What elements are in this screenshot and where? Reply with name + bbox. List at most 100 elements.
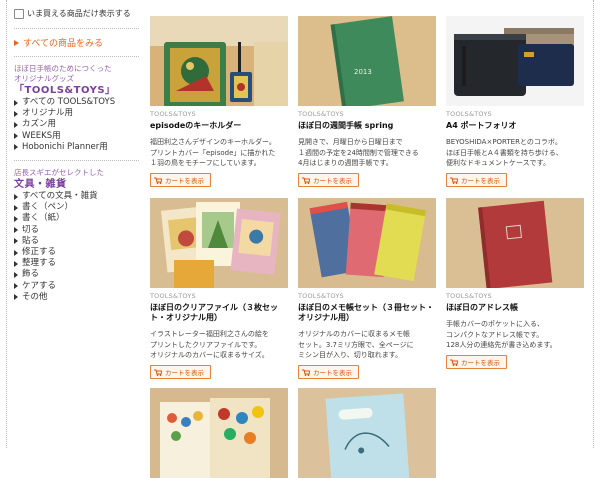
product-photo[interactable]: [150, 198, 288, 288]
nav-item-correct[interactable]: 修正する: [14, 247, 139, 258]
nav-item-label: すべての TOOLS&TOYS: [22, 97, 116, 107]
cover-year: 2013: [354, 68, 372, 76]
nav-item-all-stationery[interactable]: すべての文具・雑貨: [14, 191, 139, 202]
nav-item-paste[interactable]: 貼る: [14, 236, 139, 247]
desc-line: プリントカバー「episode」に描かれた: [150, 148, 276, 157]
product-photo[interactable]: [298, 198, 436, 288]
cart-button[interactable]: カートを表示: [446, 354, 507, 369]
desc-line: ほぼ日手帳とA４書類を持ち歩ける、: [446, 148, 563, 157]
product-category: TOOLS&TOYS: [150, 110, 196, 118]
triangle-right-icon: [14, 204, 18, 211]
nav-item-cut[interactable]: 切る: [14, 225, 139, 236]
triangle-right-icon: [14, 144, 18, 151]
nav-item-care[interactable]: ケアする: [14, 281, 139, 292]
product-name[interactable]: A4 ポートフォリオ: [446, 121, 584, 131]
desc-line: コンパクトなアドレス帳です。: [446, 330, 544, 339]
clear-file-image: [150, 198, 288, 288]
nav-item-original[interactable]: オリジナル用: [14, 108, 139, 119]
nav-item-pen[interactable]: 書く（ペン）: [14, 202, 139, 213]
tools-section-title: 「TOOLS&TOYS」: [14, 85, 116, 96]
tools-intro-2: オリジナルグッズ: [14, 74, 74, 83]
product-photo[interactable]: [446, 16, 584, 106]
product-category: TOOLS&TOYS: [446, 292, 492, 300]
product-description: オリジナルのカバーに収まるメモ帳 セット。3.7ミリ方眼で、全ページに ミシン目…: [298, 329, 436, 361]
product-name[interactable]: ほぼ日のクリアファイル（３枚セット・オリジナル用）: [150, 303, 288, 323]
stationery-nav: すべての文具・雑貨 書く（ペン） 書く（紙） 切る 貼る 修正する 整理する 飾…: [14, 191, 139, 303]
product-card[interactable]: TOOLS&TOYS ほぼ日のクリアファイル（３枚セット・オリジナル用） イラス…: [150, 198, 288, 379]
cart-icon: [302, 369, 311, 376]
triangle-right-icon: [14, 294, 18, 301]
product-category: TOOLS&TOYS: [298, 110, 344, 118]
product-description: BEYOSHIDA×PORTERとのコラボ。 ほぼ日手帳とA４書類を持ち歩ける、…: [446, 137, 584, 169]
product-card[interactable]: 2013 TOOLS&TOYS ほぼ日の週間手帳 spring 見開きで、月曜日…: [298, 16, 436, 187]
cart-icon: [450, 359, 459, 366]
stock-filter-checkbox[interactable]: [14, 8, 24, 19]
desc-line: BEYOSHIDA×PORTERとのコラボ。: [446, 138, 562, 146]
cart-button[interactable]: カートを表示: [150, 172, 211, 187]
product-card[interactable]: TOOLS&TOYS ほぼ日のメモ帳セット（３冊セット・オリジナル用） オリジナ…: [298, 198, 436, 379]
cart-button[interactable]: カートを表示: [298, 364, 359, 379]
product-photo[interactable]: [446, 198, 584, 288]
nav-item-all-tools[interactable]: すべての TOOLS&TOYS: [14, 97, 139, 108]
product-card[interactable]: TOOLS&TOYS ほぼ日のアドレス帳 手帳カバーのポケットに入る、 コンパク…: [446, 198, 584, 369]
triangle-right-icon: [14, 216, 18, 223]
nav-item-label: その他: [22, 291, 48, 302]
product-card[interactable]: TOOLS&TOYS episodeのキーホルダー 福田利之さんデザインのキーホ…: [150, 16, 288, 187]
memo-set-image: [298, 198, 436, 288]
all-products-link[interactable]: すべての商品をみる: [14, 36, 139, 49]
nav-item-label: オリジナル用: [22, 108, 74, 119]
desc-line: オリジナルのカバーに収まるメモ帳: [298, 330, 410, 338]
keyholder-image: [150, 16, 288, 106]
cart-button[interactable]: カートを表示: [150, 364, 211, 379]
left-dotted-border: [6, 0, 7, 448]
nav-item-label: 書く（紙）: [22, 213, 65, 224]
tools-nav: すべての TOOLS&TOYS オリジナル用 カズン用 WEEKS用 Hobon…: [14, 97, 139, 153]
product-name[interactable]: ほぼ日の週間手帳 spring: [298, 121, 436, 131]
product-card[interactable]: TOOLS&TOYS A4 ポートフォリオ BEYOSHIDA×PORTERとの…: [446, 16, 584, 187]
triangle-right-icon: [14, 260, 18, 267]
triangle-right-icon: [14, 249, 18, 256]
product-description: 見開きで、月曜日から日曜日まで １週間の予定を24時間制で管理できる 4月はじま…: [298, 137, 436, 169]
stationery-section-title: 文具・雑貨: [14, 179, 67, 191]
product-photo[interactable]: [150, 16, 288, 106]
product-card[interactable]: [298, 388, 436, 478]
desc-line: イラストレーター福田利之さんの絵を: [150, 330, 269, 338]
nav-item-organize[interactable]: 整理する: [14, 258, 139, 269]
cart-button-label: カートを表示: [461, 358, 500, 367]
nav-item-label: Hobonichi Planner用: [22, 141, 108, 152]
stationery-section: 店長スギエがセレクトした 文具・雑貨 すべての文具・雑貨 書く（ペン） 書く（紙…: [14, 168, 139, 303]
product-category: TOOLS&TOYS: [150, 292, 196, 300]
product-category: TOOLS&TOYS: [298, 292, 344, 300]
sidebar-divider: [14, 56, 139, 57]
cart-icon: [450, 177, 459, 184]
product-name[interactable]: episodeのキーホルダー: [150, 121, 288, 131]
product-photo[interactable]: 2013: [298, 16, 436, 106]
desc-line: 福田利之さんデザインのキーホルダー。: [150, 138, 276, 146]
nav-item-paper[interactable]: 書く（紙）: [14, 213, 139, 224]
cart-button-label: カートを表示: [461, 176, 500, 185]
product-name[interactable]: ほぼ日のメモ帳セット（３冊セット・オリジナル用）: [298, 303, 436, 323]
nav-item-decorate[interactable]: 飾る: [14, 269, 139, 280]
desc-line: オリジナルのカバーに収まるサイズ。: [150, 351, 269, 359]
triangle-right-icon: [14, 238, 18, 245]
cart-button-label: カートを表示: [165, 176, 204, 185]
nav-item-label: 整理する: [22, 258, 57, 269]
product-description: 福田利之さんデザインのキーホルダー。 プリントカバー「episode」に描かれた…: [150, 137, 288, 169]
nav-item-planner[interactable]: Hobonichi Planner用: [14, 142, 139, 153]
desc-line: 見開きで、月曜日から日曜日まで: [298, 138, 403, 146]
cart-button[interactable]: カートを表示: [446, 172, 507, 187]
stock-filter[interactable]: いま買える商品だけ表示する: [14, 8, 139, 19]
nav-item-cousin[interactable]: カズン用: [14, 119, 139, 130]
nav-item-weeks[interactable]: WEEKS用: [14, 131, 139, 142]
product-card[interactable]: [150, 388, 288, 478]
product-name[interactable]: ほぼ日のアドレス帳: [446, 303, 584, 313]
desc-line: プリントしたクリアファイルです。: [150, 340, 262, 349]
product-photo[interactable]: [298, 388, 436, 478]
arrow-right-icon: [14, 39, 19, 46]
nav-item-other[interactable]: その他: [14, 292, 139, 303]
cart-button[interactable]: カートを表示: [298, 172, 359, 187]
sidebar: いま買える商品だけ表示する すべての商品をみる ほぼ日手帳のためにつくった オリ…: [14, 8, 139, 303]
triangle-right-icon: [14, 133, 18, 140]
desc-line: １羽の鳥をモチーフにしています。: [150, 159, 261, 167]
product-photo[interactable]: [150, 388, 288, 478]
